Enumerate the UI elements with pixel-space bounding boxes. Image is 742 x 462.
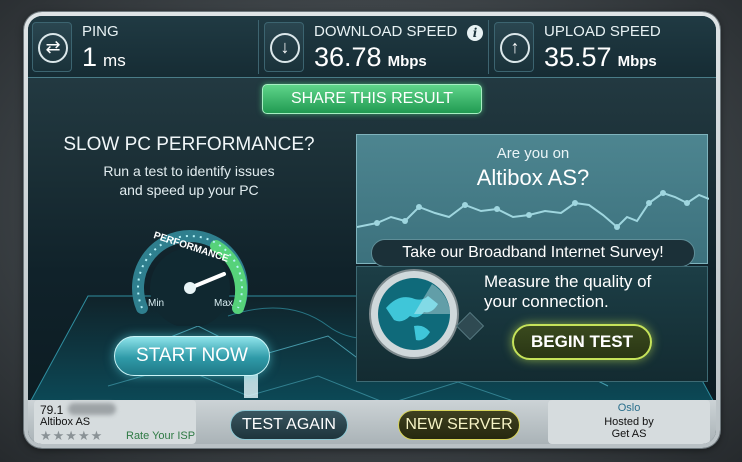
isp-name: Altibox AS xyxy=(40,416,91,428)
server-info: Oslo Hosted by Get AS xyxy=(548,400,710,444)
survey-sparkline xyxy=(357,190,709,230)
survey-question: Are you on xyxy=(496,145,570,162)
speedtest-window: ⇄ PING 1 ms ↓ DOWNLOAD SPEED i 36.78 Mbps … xyxy=(28,16,716,444)
bottom-bar: 79.1 Altibox AS ★★★★★ Rate Your ISP TEST… xyxy=(28,400,716,444)
ip-address: 79.1 xyxy=(40,403,64,417)
rate-isp-link[interactable]: Rate Your ISP xyxy=(126,430,195,442)
redacted-ip xyxy=(68,403,116,415)
upload-unit: Mbps xyxy=(617,53,657,70)
server-host: Hosted by Get AS xyxy=(548,416,710,440)
ping-metric: ⇄ PING 1 ms xyxy=(28,16,258,76)
hosted-by-label: Hosted by xyxy=(604,416,654,428)
ping-number: 1 xyxy=(82,42,98,72)
survey-button[interactable]: Take our Broadband Internet Survey! xyxy=(371,239,695,267)
download-arrow-icon: ↓ xyxy=(270,33,300,63)
ping-value: 1 ms xyxy=(82,42,126,73)
upload-number: 35.57 xyxy=(544,42,612,72)
host-name: Get AS xyxy=(611,428,647,440)
pc-performance-ad: SLOW PC PERFORMANCE? Run a test to ident… xyxy=(28,120,350,326)
download-metric: ↓ DOWNLOAD SPEED i 36.78 Mbps xyxy=(260,16,488,76)
divider xyxy=(258,20,259,74)
measure-line: Measure the quality of xyxy=(484,272,652,291)
info-icon[interactable]: i xyxy=(467,25,483,41)
download-label: DOWNLOAD SPEED xyxy=(314,23,458,40)
download-number: 36.78 xyxy=(314,42,382,72)
download-unit: Mbps xyxy=(387,53,427,70)
gauge-max-label: Max xyxy=(214,298,233,309)
test-again-button[interactable]: TEST AGAIN xyxy=(230,410,348,440)
survey-panel: Are you on Altibox AS? Take our Broadban… xyxy=(356,134,709,267)
measure-text: Measure the quality of your connection. xyxy=(484,272,651,312)
upload-label: UPLOAD SPEED xyxy=(544,23,661,40)
begin-test-button[interactable]: BEGIN TEST xyxy=(512,324,652,360)
upload-metric: ↑ UPLOAD SPEED 35.57 Mbps xyxy=(490,16,716,76)
ping-label: PING xyxy=(82,23,119,40)
start-now-button[interactable]: START NOW xyxy=(114,336,270,376)
ad-subtitle-line: Run a test to identify issues xyxy=(103,163,275,179)
upload-icon-box: ↑ xyxy=(494,22,534,72)
isp-info: 79.1 Altibox AS ★★★★★ Rate Your ISP xyxy=(34,400,196,444)
download-icon-box: ↓ xyxy=(264,22,304,72)
ad-subtitle-line: and speed up your PC xyxy=(119,182,259,198)
ping-unit: ms xyxy=(103,51,126,70)
new-server-button[interactable]: NEW SERVER xyxy=(398,410,520,440)
measure-line: your connection. xyxy=(484,292,609,311)
ad-title: SLOW PC PERFORMANCE? xyxy=(63,134,315,155)
gauge-min-label: Min xyxy=(148,298,165,309)
upload-arrow-icon: ↑ xyxy=(500,33,530,63)
server-city[interactable]: Oslo xyxy=(548,402,710,414)
upload-value: 35.57 Mbps xyxy=(544,42,657,73)
globe-icon xyxy=(369,269,459,359)
results-bar: ⇄ PING 1 ms ↓ DOWNLOAD SPEED i 36.78 Mbps … xyxy=(28,16,716,78)
ad-subtitle: Run a test to identify issues and speed … xyxy=(28,162,350,200)
ping-icon-box: ⇄ xyxy=(32,22,72,72)
download-value: 36.78 Mbps xyxy=(314,42,427,73)
rating-stars[interactable]: ★★★★★ xyxy=(40,428,103,444)
performance-gauge xyxy=(132,230,248,326)
ping-arrows-icon: ⇄ xyxy=(38,33,68,63)
share-result-button[interactable]: SHARE THIS RESULT xyxy=(262,84,482,114)
divider xyxy=(488,20,489,74)
